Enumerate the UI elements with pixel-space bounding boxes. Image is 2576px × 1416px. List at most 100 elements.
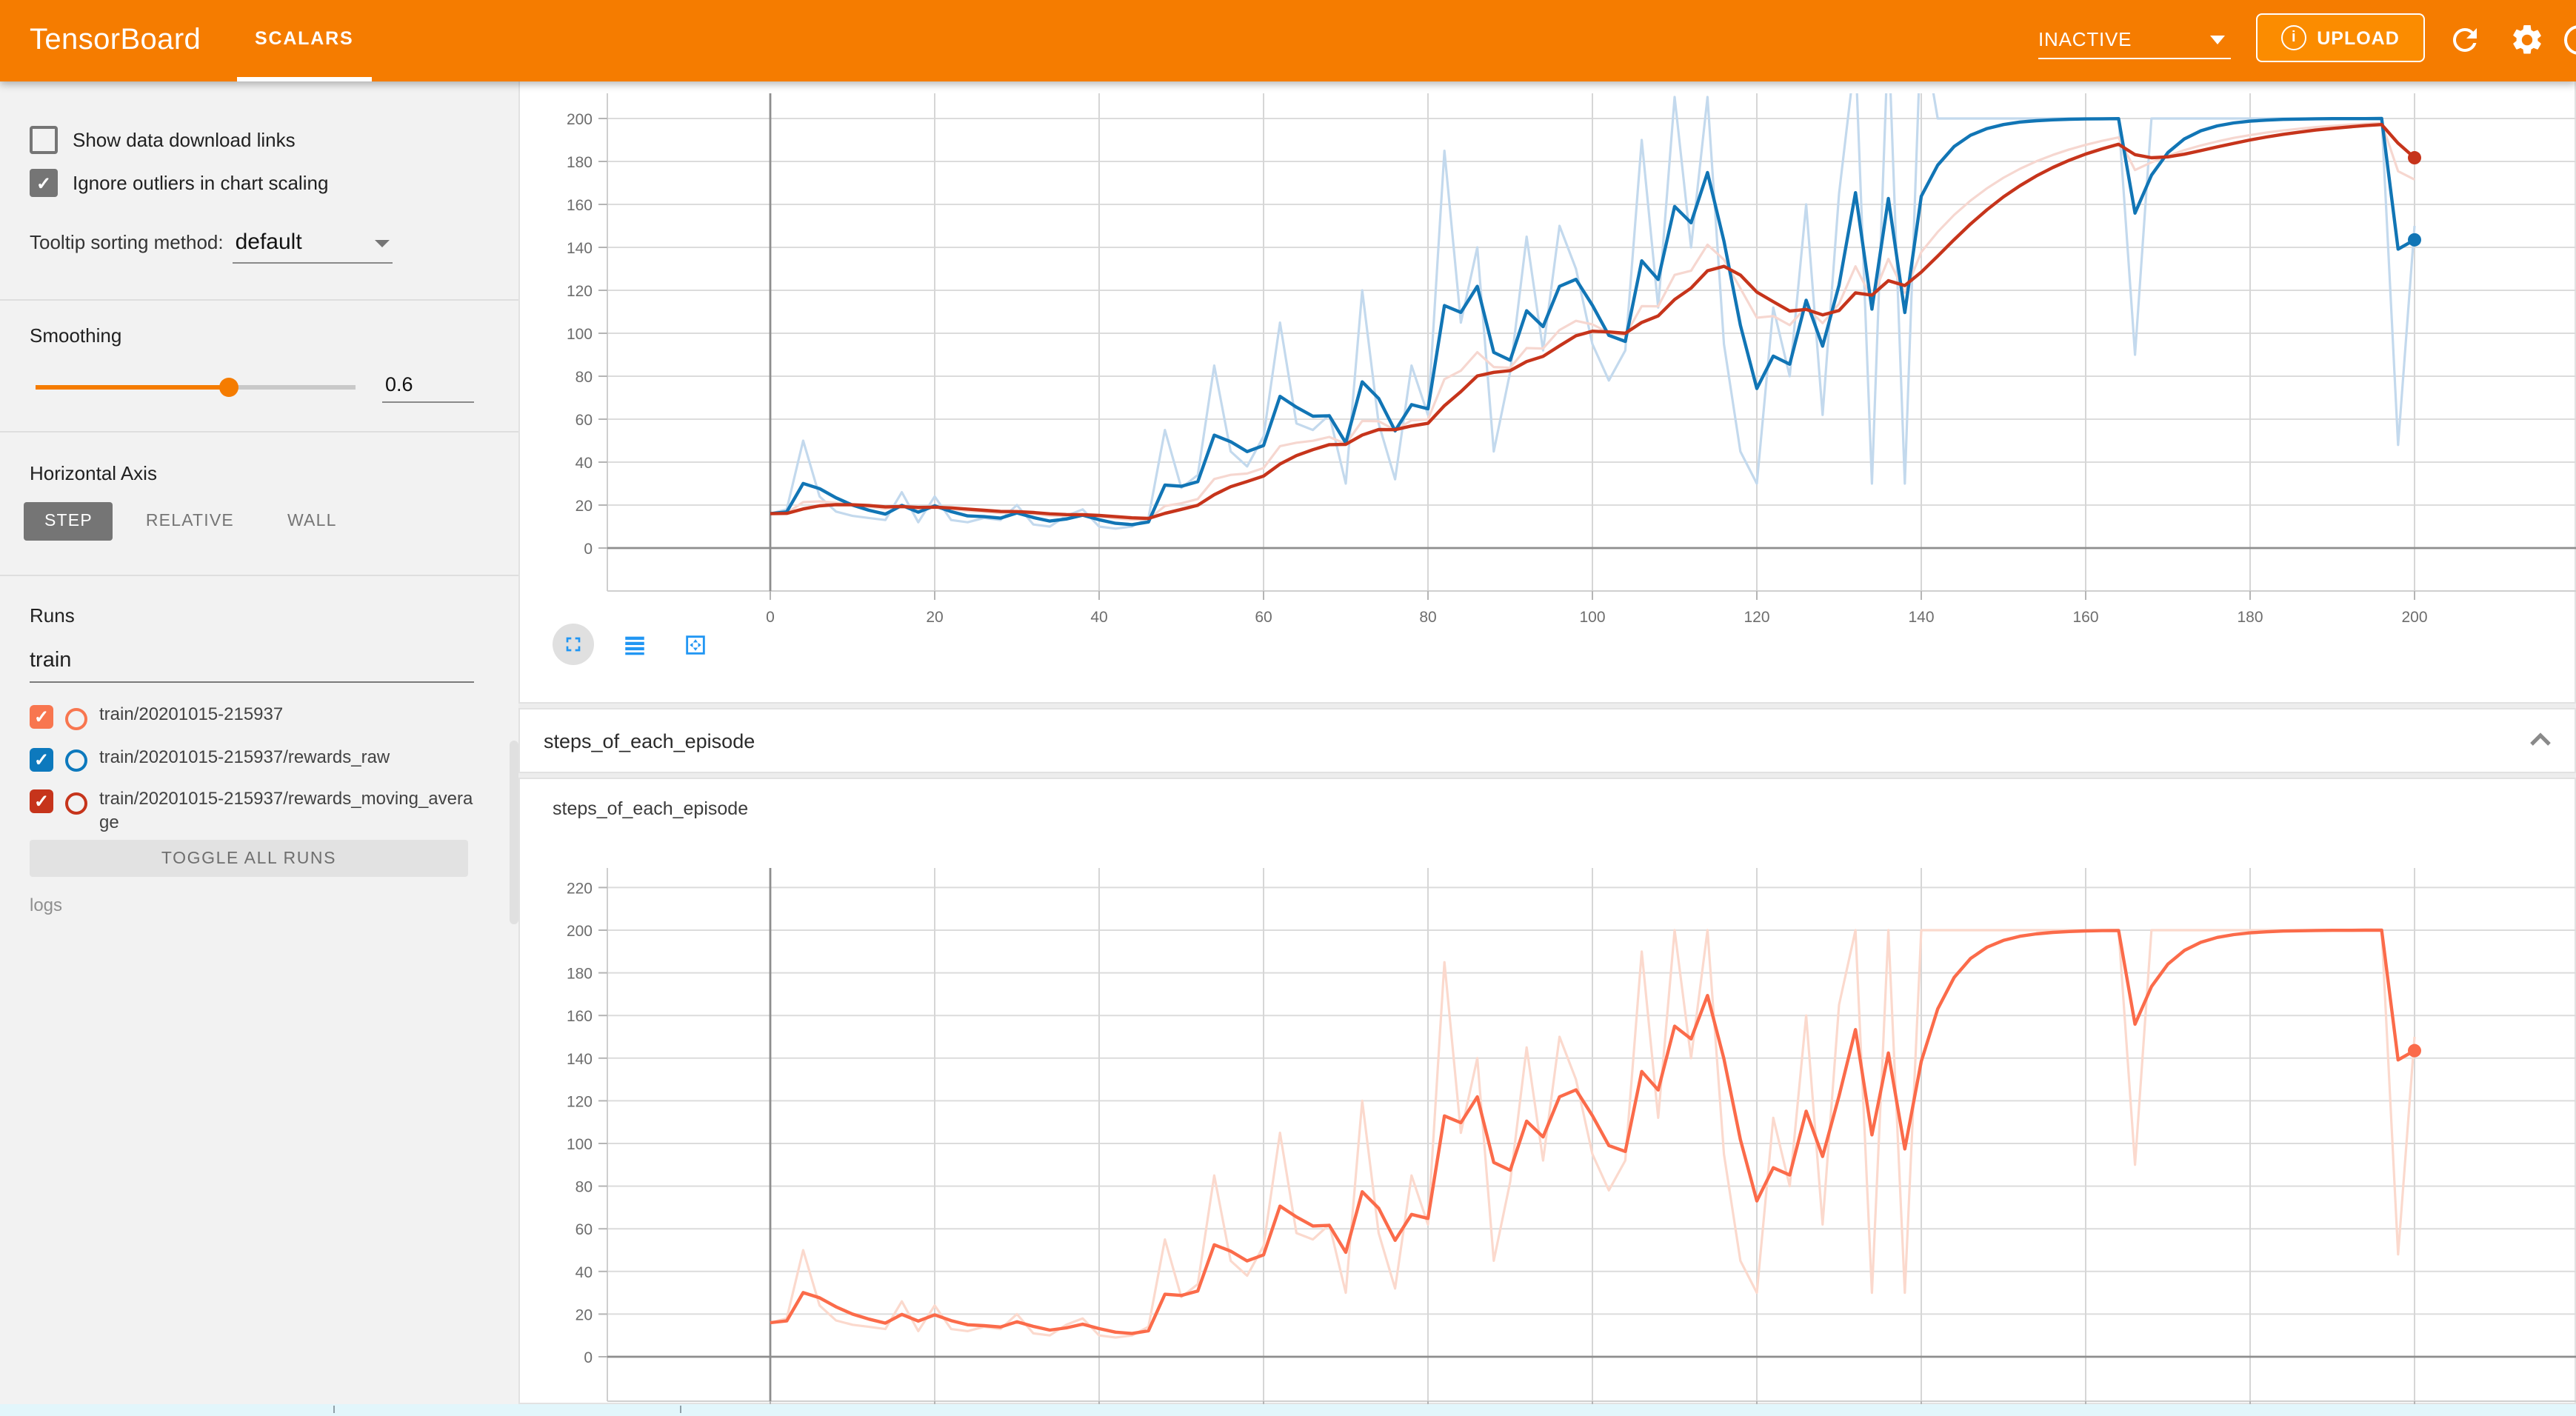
checkbox-label: Ignore outliers in chart scaling [73, 172, 328, 194]
run-color-radio[interactable] [65, 792, 87, 814]
run-color-radio[interactable] [65, 749, 87, 772]
section-title: steps_of_each_episode [544, 729, 755, 752]
horizontal-axis-buttons: STEP RELATIVE WALL [24, 502, 474, 541]
svg-text:20: 20 [575, 1306, 593, 1323]
help-icon[interactable] [2564, 25, 2576, 55]
chevron-up-icon[interactable] [2527, 730, 2554, 748]
axis-step-button[interactable]: STEP [24, 502, 113, 541]
info-icon: i [2281, 25, 2306, 50]
svg-text:60: 60 [575, 412, 593, 429]
tab-scalars[interactable]: SCALARS [237, 0, 371, 81]
svg-text:20: 20 [926, 609, 943, 626]
run-checkbox-icon[interactable]: ✓ [30, 747, 53, 771]
toggle-all-runs-button[interactable]: TOGGLE ALL RUNS [30, 840, 468, 877]
settings-sidebar: Show data download links ✓ Ignore outlie… [0, 81, 518, 1416]
svg-text:200: 200 [2401, 609, 2427, 626]
runs-list: ✓train/20201015-215937✓train/20201015-21… [30, 704, 474, 850]
smoothing-slider[interactable] [36, 386, 356, 390]
run-label: train/20201015-215937/rewards_raw [99, 746, 390, 769]
run-item[interactable]: ✓train/20201015-215937 [30, 704, 474, 729]
show-download-links-checkbox[interactable]: Show data download links [30, 126, 474, 154]
divider [0, 299, 518, 301]
smoothing-label: Smoothing [30, 324, 474, 347]
sidebar-scrollbar[interactable] [510, 741, 518, 924]
svg-text:40: 40 [575, 1264, 593, 1281]
upload-button[interactable]: i UPLOAD [2256, 13, 2425, 62]
svg-text:0: 0 [766, 609, 775, 626]
tensorboard-page: TensorBoard SCALARS INACTIVE i UPLOAD Sh… [0, 0, 2576, 1416]
chart-toolbar [553, 624, 715, 665]
svg-text:160: 160 [2072, 609, 2098, 626]
strip-tick [680, 1406, 681, 1413]
svg-text:180: 180 [2237, 609, 2263, 626]
run-color-radio[interactable] [65, 707, 87, 729]
svg-text:100: 100 [567, 326, 593, 343]
refresh-icon[interactable] [2447, 22, 2483, 58]
tooltip-sort-value: default [236, 230, 302, 255]
status-dropdown[interactable]: INACTIVE [2038, 19, 2231, 59]
svg-text:200: 200 [567, 923, 593, 940]
svg-text:80: 80 [575, 1179, 593, 1196]
svg-text:120: 120 [567, 283, 593, 300]
run-filter-input[interactable] [30, 649, 474, 683]
section-header-steps-of-each-episode[interactable]: steps_of_each_episode [518, 708, 2576, 773]
fullscreen-icon[interactable] [553, 624, 594, 665]
tooltip-strip [0, 1404, 2576, 1416]
data-table-icon[interactable] [613, 624, 655, 665]
divider [0, 431, 518, 433]
logs-text: logs [30, 895, 474, 915]
svg-text:60: 60 [575, 1221, 593, 1238]
svg-text:0: 0 [584, 1349, 593, 1366]
svg-text:140: 140 [567, 240, 593, 257]
steps-chart-card: steps_of_each_episode 0 20 40 60 80 100 120 140… [518, 778, 2576, 1404]
tooltip-sort-row: Tooltip sorting method: default [30, 230, 474, 264]
strip-tick [333, 1406, 335, 1413]
chevron-down-icon [2210, 36, 2225, 44]
svg-text:80: 80 [575, 369, 593, 386]
checkbox-label: Show data download links [73, 129, 296, 151]
svg-text:200: 200 [567, 111, 593, 128]
axis-wall-button[interactable]: WALL [267, 502, 358, 541]
upload-label: UPLOAD [2317, 27, 2400, 48]
checkbox-checked-icon: ✓ [30, 169, 58, 197]
svg-text:60: 60 [1255, 609, 1272, 626]
rewards-chart-card: 0204060801001201401601802000204060801001… [518, 81, 2576, 704]
runs-label: Runs [30, 604, 474, 627]
tooltip-sort-dropdown[interactable]: default [233, 230, 393, 264]
svg-text:20: 20 [575, 498, 593, 515]
steps-chart-plot[interactable]: 020406080100120140160180200220 [542, 868, 2576, 1410]
svg-text:120: 120 [567, 1093, 593, 1110]
gear-icon[interactable] [2509, 22, 2545, 58]
run-item[interactable]: ✓ train/20201015-215937/rewards_raw [30, 746, 474, 772]
run-item[interactable]: ✓train/20201015-215937/rewards_moving_av… [30, 788, 474, 834]
status-label: INACTIVE [2038, 27, 2132, 50]
svg-text:140: 140 [1908, 609, 1934, 626]
run-checkbox-icon[interactable]: ✓ [30, 789, 53, 813]
ignore-outliers-checkbox[interactable]: ✓ Ignore outliers in chart scaling [30, 169, 474, 197]
svg-text:180: 180 [567, 154, 593, 171]
horizontal-axis-label: Horizontal Axis [30, 462, 474, 484]
svg-text:80: 80 [1419, 609, 1436, 626]
fit-domain-icon[interactable] [674, 624, 715, 665]
slider-fill [36, 386, 228, 390]
rewards-chart-plot[interactable]: 0204060801001201401601802000204060801001… [542, 93, 2576, 638]
svg-text:140: 140 [567, 1051, 593, 1068]
chevron-down-icon [375, 240, 390, 247]
chart-title: steps_of_each_episode [553, 798, 748, 819]
app-title: TensorBoard [30, 0, 201, 81]
run-filter-row [30, 647, 474, 683]
svg-text:220: 220 [567, 880, 593, 897]
tooltip-sort-label: Tooltip sorting method: [30, 231, 224, 253]
svg-text:40: 40 [1090, 609, 1107, 626]
checkbox-icon [30, 126, 58, 154]
divider [0, 575, 518, 576]
svg-text:0: 0 [584, 541, 593, 558]
svg-text:100: 100 [567, 1136, 593, 1153]
svg-text:100: 100 [1579, 609, 1605, 626]
run-checkbox-icon[interactable]: ✓ [30, 705, 53, 729]
smoothing-value-input[interactable] [382, 372, 474, 403]
svg-text:160: 160 [567, 197, 593, 214]
axis-relative-button[interactable]: RELATIVE [125, 502, 255, 541]
slider-thumb[interactable] [219, 378, 238, 397]
svg-text:120: 120 [1744, 609, 1769, 626]
